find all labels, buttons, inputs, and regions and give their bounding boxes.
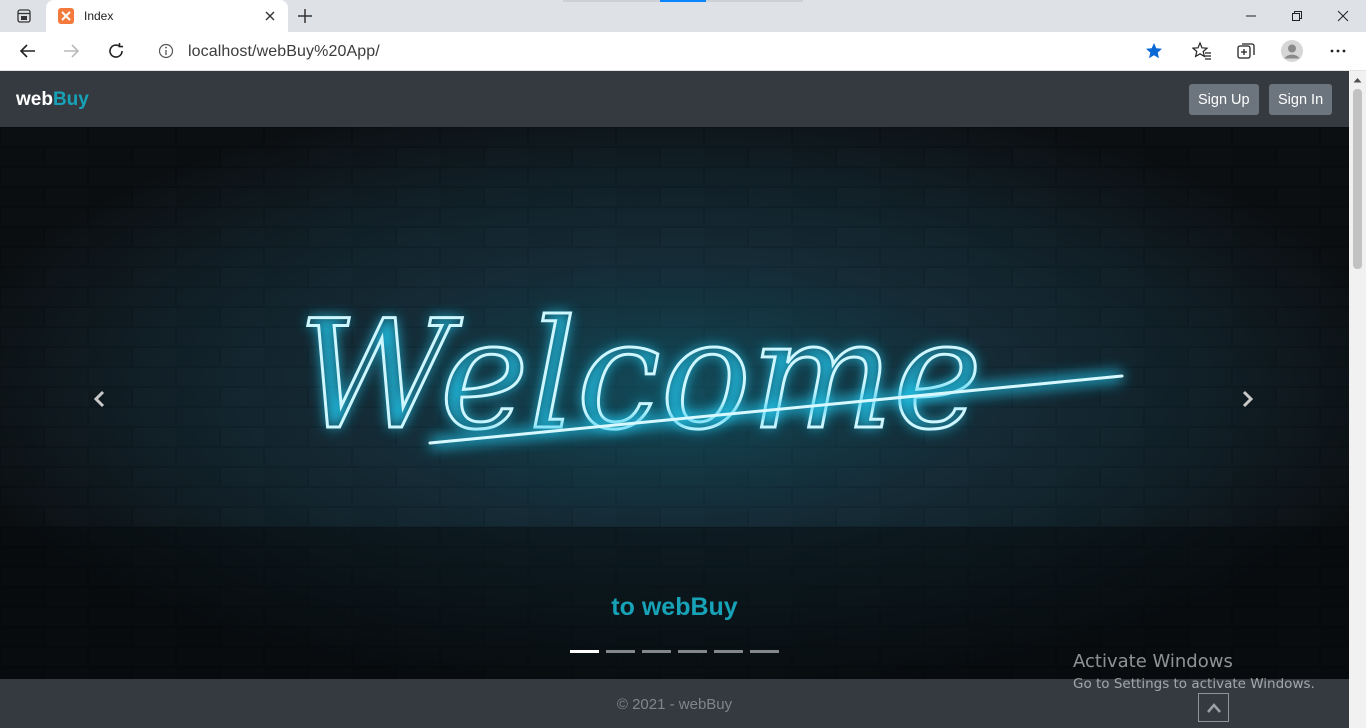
carousel-indicator[interactable] xyxy=(678,650,707,653)
hero-carousel: Welcome Welcome to webBuy xyxy=(0,127,1349,679)
carousel-prev-button[interactable] xyxy=(80,379,120,419)
windows-activation-watermark: Activate Windows Go to Settings to activ… xyxy=(1073,651,1315,692)
profile-icon xyxy=(1281,40,1303,62)
refresh-button[interactable] xyxy=(101,36,131,66)
carousel-indicator[interactable] xyxy=(570,650,599,653)
address-bar[interactable]: localhost/webBuy%20App/ xyxy=(144,35,1176,67)
restore-button[interactable] xyxy=(1274,0,1320,32)
carousel-indicators xyxy=(570,650,779,653)
minimize-icon xyxy=(1246,15,1256,17)
tab-actions-icon[interactable] xyxy=(8,6,40,26)
page-viewport: webBuy Sign Up Sign In Welcome Welcome t… xyxy=(0,71,1349,728)
address-url[interactable]: localhost/webBuy%20App/ xyxy=(188,43,380,61)
more-button[interactable] xyxy=(1323,36,1353,66)
carousel-next-button[interactable] xyxy=(1227,379,1267,419)
carousel-caption: to webBuy xyxy=(611,593,738,621)
plus-icon xyxy=(298,9,312,23)
carousel-indicator[interactable] xyxy=(606,650,635,653)
info-icon[interactable] xyxy=(158,43,174,59)
more-icon xyxy=(1330,49,1346,53)
star-icon[interactable] xyxy=(1144,41,1164,61)
watermark-title: Activate Windows xyxy=(1073,651,1233,672)
back-arrow-icon xyxy=(19,44,35,58)
close-icon xyxy=(1337,10,1349,22)
footer-copyright: © 2021 - webBuy xyxy=(616,696,733,713)
collections-icon xyxy=(1237,43,1255,59)
browser-tab[interactable]: Index xyxy=(46,0,288,32)
page-scrollbar[interactable] xyxy=(1349,71,1366,728)
collections-button[interactable] xyxy=(1231,36,1261,66)
scroll-up-arrow-icon[interactable] xyxy=(1349,71,1366,88)
profile-button[interactable] xyxy=(1277,36,1307,66)
carousel-indicator[interactable] xyxy=(714,650,743,653)
browser-toolbar: localhost/webBuy%20App/ xyxy=(0,32,1366,71)
site-navbar: webBuy Sign Up Sign In xyxy=(0,71,1349,127)
sign-in-button[interactable]: Sign In xyxy=(1269,84,1333,115)
brand-part-web: web xyxy=(16,89,53,110)
restore-icon xyxy=(1292,11,1302,21)
refresh-icon xyxy=(109,43,123,58)
favorites-button[interactable] xyxy=(1187,36,1217,66)
brand-part-buy: Buy xyxy=(52,89,89,110)
forward-arrow-icon xyxy=(64,44,80,58)
neon-welcome-text: Welcome xyxy=(298,289,982,463)
scrollbar-thumb[interactable] xyxy=(1353,89,1362,269)
close-window-button[interactable] xyxy=(1320,0,1366,32)
back-button[interactable] xyxy=(13,36,43,66)
chevron-right-icon xyxy=(1242,390,1254,408)
new-tab-button[interactable] xyxy=(293,5,317,27)
carousel-indicator[interactable] xyxy=(642,650,671,653)
favorites-icon xyxy=(1192,41,1211,60)
watermark-subtitle: Go to Settings to activate Windows. xyxy=(1073,676,1315,692)
sign-up-button[interactable]: Sign Up xyxy=(1189,84,1259,115)
tab-title: Index xyxy=(84,9,114,23)
brand-logo[interactable]: webBuy xyxy=(16,89,89,111)
xampp-favicon xyxy=(58,8,74,24)
carousel-indicator[interactable] xyxy=(750,650,779,653)
title-drag-strip-highlight xyxy=(660,0,706,2)
chevron-left-icon xyxy=(93,390,105,408)
browser-tab-strip: Index xyxy=(0,0,1366,32)
chevron-up-icon xyxy=(1206,702,1221,713)
scroll-to-top-button[interactable] xyxy=(1198,693,1229,722)
close-icon[interactable] xyxy=(262,8,278,24)
minimize-button[interactable] xyxy=(1228,0,1274,32)
forward-button[interactable] xyxy=(56,36,86,66)
